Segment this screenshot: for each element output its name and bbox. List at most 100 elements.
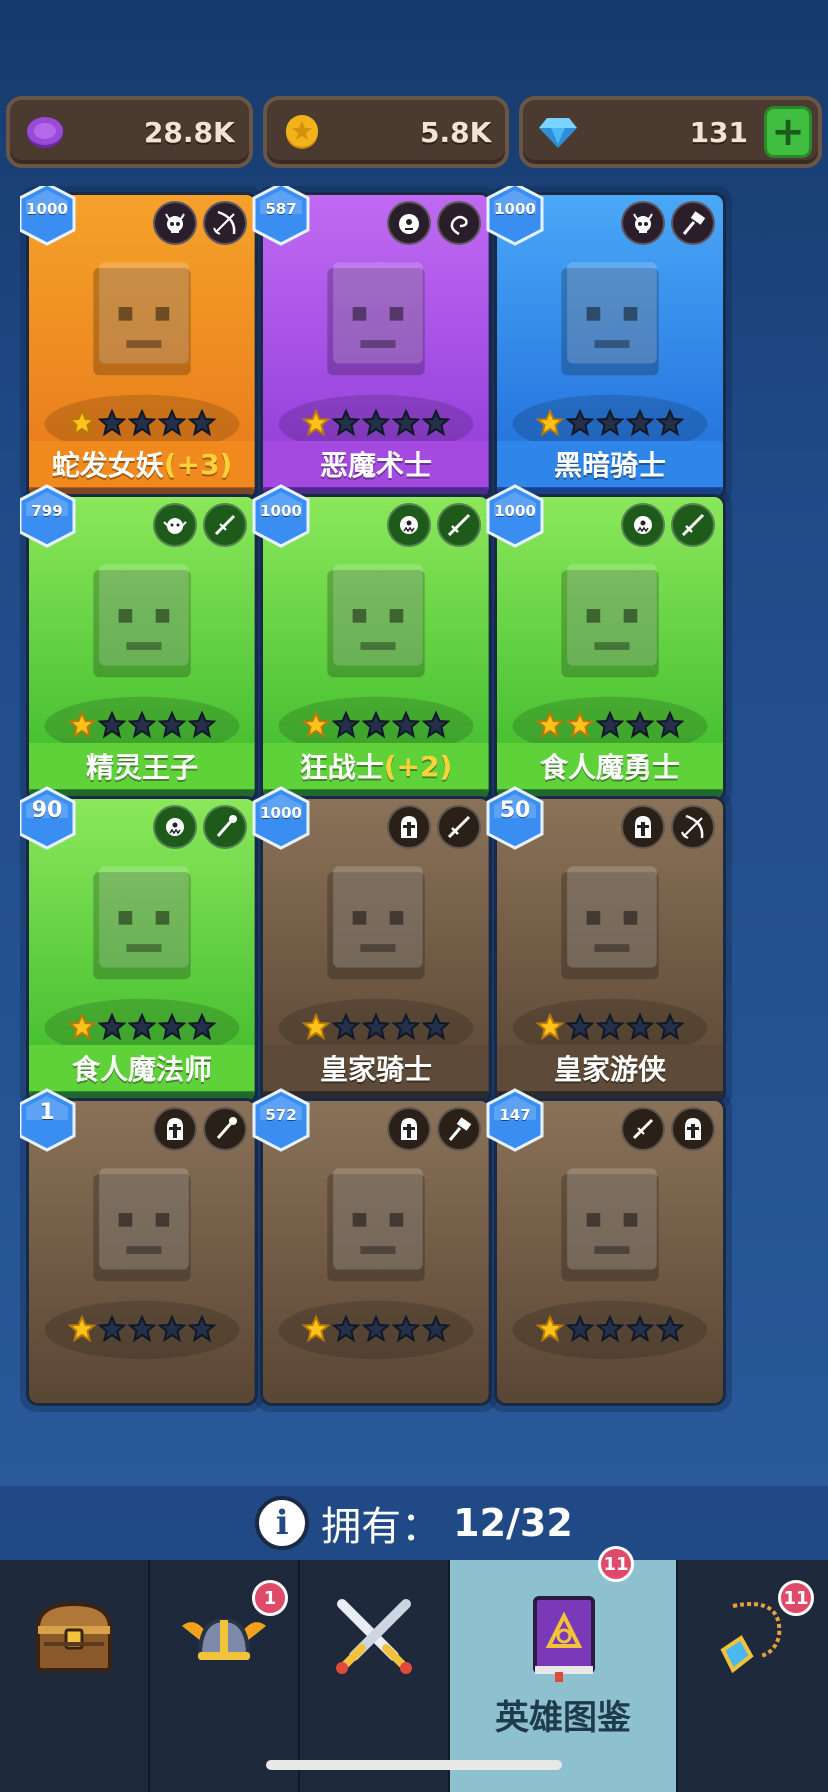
hero-card[interactable]: 572 — [252, 1088, 498, 1412]
star-rating — [29, 1013, 255, 1043]
star-empty-icon — [332, 1013, 360, 1041]
level-badge-value: 1 — [39, 1100, 55, 1125]
star-empty-icon — [128, 409, 156, 437]
purple-currency[interactable]: 28.8K — [6, 96, 253, 168]
nav-hero-codex-label: 英雄图鉴 — [495, 1698, 631, 1738]
level-badge-value: 50 — [499, 798, 531, 823]
level-badge-value: 1000 — [494, 502, 536, 520]
star-empty-icon — [128, 711, 156, 739]
star-filled-icon — [302, 711, 330, 739]
star-empty-icon — [332, 409, 360, 437]
star-empty-icon — [656, 711, 684, 739]
hero-card[interactable]: 狂战士 (+2) 1000 — [252, 484, 498, 808]
hammer-icon — [437, 1107, 481, 1151]
star-filled-icon — [302, 1315, 330, 1343]
hero-card[interactable]: 恶魔术士 587 — [252, 186, 498, 506]
star-empty-icon — [158, 1315, 186, 1343]
hero-class-icons — [153, 805, 247, 849]
hero-card[interactable]: 食人魔法师 90 — [20, 786, 264, 1110]
purple-coin-icon — [27, 117, 63, 148]
hero-class-icons — [387, 1107, 481, 1151]
hero-bonus: (+2) — [383, 749, 453, 783]
star-empty-icon — [188, 409, 216, 437]
add-gems-button[interactable]: + — [764, 106, 813, 158]
diamond-icon — [539, 118, 578, 148]
hero-name: 食人魔法师 — [71, 1053, 212, 1086]
hero-name: 狂战士 — [299, 751, 384, 784]
info-icon[interactable]: i — [255, 1496, 310, 1550]
elf-face-icon — [153, 503, 197, 547]
gold-currency-value: 5.8K — [420, 115, 492, 149]
level-badge-value: 1000 — [260, 804, 302, 822]
hero-name-bar: 狂战士 (+2) — [263, 743, 489, 789]
nav-equipment[interactable]: 11 — [678, 1560, 828, 1792]
hero-class-icons — [621, 805, 715, 849]
hero-class-icons — [387, 201, 481, 245]
knight-helmet-icon — [153, 1107, 197, 1151]
star-empty-icon — [422, 1013, 450, 1041]
star-rating — [497, 1013, 723, 1043]
hero-card[interactable]: 147 — [486, 1088, 732, 1412]
star-empty-icon — [626, 1315, 654, 1343]
treasure-chest-icon — [35, 1601, 113, 1672]
star-empty-icon — [188, 711, 216, 739]
star-empty-icon — [392, 1315, 420, 1343]
star-empty-icon — [362, 1315, 390, 1343]
hero-card[interactable]: 蛇发女妖 (+3) 1000 — [20, 186, 264, 506]
hero-bonus: (+3) — [163, 447, 233, 481]
star-rating — [497, 409, 723, 439]
hero-card[interactable]: 1 — [20, 1088, 264, 1412]
star-empty-icon — [422, 711, 450, 739]
hero-name: 黑暗骑士 — [553, 449, 666, 482]
hero-card[interactable]: 黑暗骑士 1000 — [486, 186, 732, 506]
hero-card[interactable]: 皇家游侠 50 — [486, 786, 732, 1110]
star-filled-icon — [536, 1315, 564, 1343]
staff-icon — [203, 805, 247, 849]
gold-currency[interactable]: 5.8K — [262, 96, 510, 168]
level-badge-value: 147 — [499, 1106, 531, 1124]
hero-class-icons — [621, 201, 715, 245]
star-empty-icon — [566, 1315, 594, 1343]
demon-face-icon — [387, 201, 431, 245]
orc-face-icon — [153, 805, 197, 849]
hero-card[interactable]: 皇家骑士 1000 — [252, 786, 498, 1110]
star-empty-icon — [596, 1315, 624, 1343]
hero-name-bar: 食人魔勇士 — [497, 743, 723, 789]
hero-card[interactable]: 精灵王子 799 — [20, 484, 264, 808]
star-empty-icon — [422, 409, 450, 437]
hero-card[interactable]: 食人魔勇士 1000 — [486, 484, 732, 808]
star-empty-icon — [128, 1315, 156, 1343]
hero-name-bar: 恶魔术士 — [263, 441, 489, 487]
star-empty-icon — [158, 711, 186, 739]
gold-coin-icon — [285, 115, 318, 149]
orc-face-icon — [621, 503, 665, 547]
dagger-icon — [203, 503, 247, 547]
star-empty-icon — [332, 711, 360, 739]
nav-heroes[interactable]: 1 — [150, 1560, 300, 1792]
horned-skull-icon — [153, 201, 197, 245]
hero-name-bar: 皇家骑士 — [263, 1045, 489, 1091]
star-empty-icon — [656, 409, 684, 437]
star-filled-icon — [536, 409, 564, 437]
star-rating — [29, 711, 255, 741]
nav-battle[interactable] — [300, 1560, 450, 1792]
star-empty-icon — [98, 1013, 126, 1041]
level-badge-value: 572 — [265, 1106, 297, 1124]
gem-currency[interactable]: 131 + — [519, 96, 823, 168]
equipment-notification-badge: 11 — [778, 1580, 814, 1616]
star-empty-icon — [128, 1013, 156, 1041]
orc-face-icon — [387, 503, 431, 547]
hero-class-icons — [153, 201, 247, 245]
nav-shop[interactable] — [0, 1560, 150, 1792]
level-badge-value: 90 — [31, 798, 63, 823]
star-filled-icon — [566, 711, 594, 739]
gem-currency-value: 131 — [689, 115, 749, 149]
hammer-icon — [671, 201, 715, 245]
star-rating — [29, 1315, 255, 1345]
home-indicator — [266, 1760, 562, 1770]
nav-hero-codex[interactable]: 英雄图鉴 11 — [450, 1546, 678, 1792]
star-empty-icon — [98, 1315, 126, 1343]
star-empty-icon — [566, 409, 594, 437]
level-badge-value: 1000 — [494, 200, 536, 218]
hero-name: 皇家游侠 — [553, 1053, 666, 1086]
